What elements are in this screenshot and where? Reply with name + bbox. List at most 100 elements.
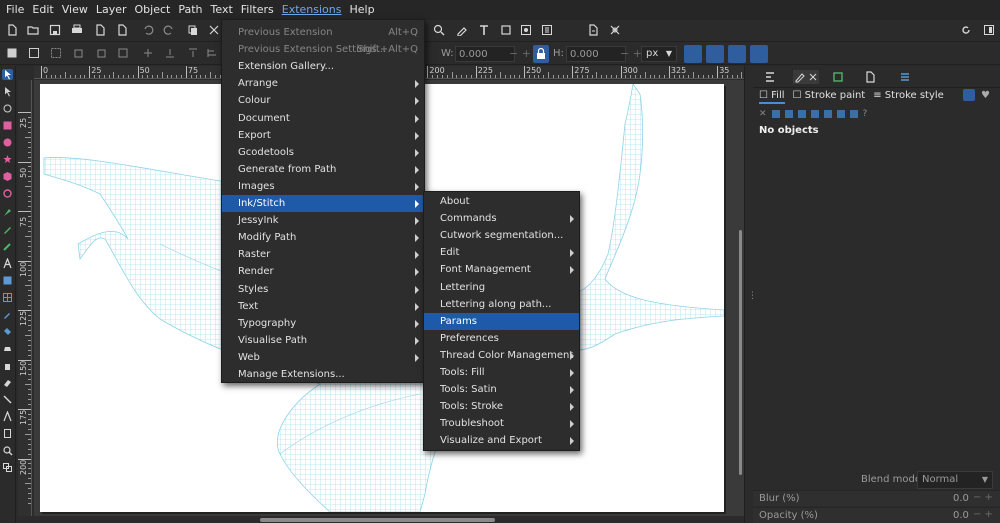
dock-tab-align-icon[interactable] [763,70,777,84]
menu-item-render[interactable]: Render [222,263,424,280]
print-icon[interactable] [71,24,83,36]
swatch-icon[interactable] [836,110,845,118]
submenu-item-commands[interactable]: Commands [424,210,579,227]
menu-view[interactable]: View [58,0,92,20]
width-stepper[interactable]: − + [509,47,531,60]
submenu-item-tools-satin[interactable]: Tools: Satin [424,381,579,398]
heart-icon[interactable]: ♥ [981,90,990,101]
submenu-item-troubleshoot[interactable]: Troubleshoot [424,415,579,432]
menu-edit[interactable]: Edit [28,0,57,20]
dock-tab-document-icon[interactable] [863,70,877,84]
menu-item-jessyink[interactable]: JessyInk [222,212,424,229]
magnet-icon[interactable] [963,89,975,101]
pencil-tool-icon[interactable] [2,224,13,235]
lpe-tool-icon[interactable] [2,410,13,422]
rectangle-tool-icon[interactable] [2,120,13,131]
menu-path[interactable]: Path [174,0,206,20]
layers-icon[interactable] [500,24,512,36]
submenu-item-params[interactable]: Params [424,312,579,330]
height-stepper[interactable]: − + [620,47,642,60]
spiral-tool-icon[interactable] [2,188,13,199]
menu-help[interactable]: Help [345,0,378,20]
menu-filters[interactable]: Filters [237,0,278,20]
redo-icon[interactable] [163,24,175,36]
linear-gradient-icon[interactable] [784,110,793,118]
blur-stepper[interactable]: − + [973,492,993,503]
node-tool-icon[interactable] [2,86,13,97]
menu-file[interactable]: File [2,0,28,20]
menu-item-manage-extensions[interactable]: Manage Extensions... [222,366,424,383]
flat-color-icon[interactable] [771,110,780,118]
deselect-icon[interactable] [50,47,62,59]
select-all-icon[interactable] [6,47,18,59]
submenu-item-visualize-and-export[interactable]: Visualize and Export [424,432,579,449]
submenu-item-thread-color-management[interactable]: Thread Color Management [424,347,579,364]
tab-stroke-paint[interactable]: ☐ Stroke paint [793,90,866,104]
eraser-tool-icon[interactable] [2,377,13,388]
menu-extensions[interactable]: Extensions [278,0,346,20]
blend-mode-select[interactable]: Normal ▼ [917,471,993,489]
menu-item-ink-stitch[interactable]: Ink/Stitch [222,195,424,212]
menu-item-colour[interactable]: Colour [222,92,424,109]
gradient-tool-icon[interactable] [2,275,13,286]
cut-icon[interactable] [208,24,220,36]
menu-object[interactable]: Object [131,0,175,20]
opacity-slider[interactable]: Opacity (%) 0.0 − + [753,507,1000,523]
move-gradients-button[interactable] [728,45,746,63]
submenu-item-preferences[interactable]: Preferences [424,330,579,347]
submenu-item-cutwork-segmentation[interactable]: Cutwork segmentation... [424,227,579,244]
copy-icon[interactable] [187,24,199,36]
width-input[interactable] [455,46,515,62]
menu-item-typography[interactable]: Typography [222,315,424,332]
scale-stroke-button[interactable] [684,45,702,63]
tweak-tool-icon[interactable] [2,103,13,114]
menu-item-web[interactable]: Web [222,349,424,366]
align-icon[interactable] [206,47,218,59]
panel-divider[interactable]: ⋮ [744,66,757,523]
pen-tool-icon[interactable] [2,207,13,218]
measure-tool-icon[interactable] [2,462,13,473]
menu-text[interactable]: Text [207,0,237,20]
document-properties-icon[interactable] [587,24,599,36]
no-paint-icon[interactable]: ✕ [759,109,767,119]
submenu-item-edit[interactable]: Edit [424,244,579,261]
opacity-stepper[interactable]: − + [973,509,993,520]
mesh-gradient-icon[interactable] [810,110,819,118]
zoom-icon[interactable] [433,24,445,36]
menu-item-document[interactable]: Document [222,110,424,127]
vertical-scroll-thumb[interactable] [739,230,742,475]
command-palette-icon[interactable] [983,24,995,36]
symbols-icon[interactable] [541,24,553,36]
height-input[interactable] [566,46,626,62]
save-icon[interactable] [49,24,61,36]
horizontal-scrollbar[interactable] [34,516,744,523]
dock-tab-fill-stroke-icon[interactable] [793,70,819,84]
submenu-item-about[interactable]: About [424,193,579,210]
radial-gradient-icon[interactable] [797,110,806,118]
submenu-item-tools-stroke[interactable]: Tools: Stroke [424,398,579,415]
menu-item-visualise-path[interactable]: Visualise Path [222,332,424,349]
menu-item-modify-path[interactable]: Modify Path [222,229,424,246]
mesh-tool-icon[interactable] [2,292,13,303]
text-font-icon[interactable] [478,24,490,36]
rotate-ccw-icon[interactable] [73,47,85,59]
flip-horizontal-icon[interactable] [117,47,129,59]
move-patterns-button[interactable] [750,45,768,63]
calligraphy-tool-icon[interactable] [2,241,13,252]
tab-stroke-style[interactable]: ≡ Stroke style [873,90,944,104]
flip-vertical-icon[interactable] [142,47,154,59]
menu-item-generate-from-path[interactable]: Generate from Path [222,161,424,178]
paint-bucket-tool-icon[interactable] [2,326,13,337]
open-icon[interactable] [27,24,39,36]
pages-tool-icon[interactable] [2,428,13,439]
help-icon[interactable]: ? [863,109,868,119]
dropper-tool-icon[interactable] [2,309,13,320]
lower-icon[interactable] [187,47,199,59]
xml-editor-icon[interactable] [456,24,468,36]
rotate-cw-icon[interactable] [95,47,107,59]
export-icon[interactable] [116,24,128,36]
star-tool-icon[interactable] [2,154,13,165]
menu-item-gcodetools[interactable]: Gcodetools [222,144,424,161]
ellipse-tool-icon[interactable] [2,137,13,148]
spray-tool-icon[interactable] [2,360,13,371]
